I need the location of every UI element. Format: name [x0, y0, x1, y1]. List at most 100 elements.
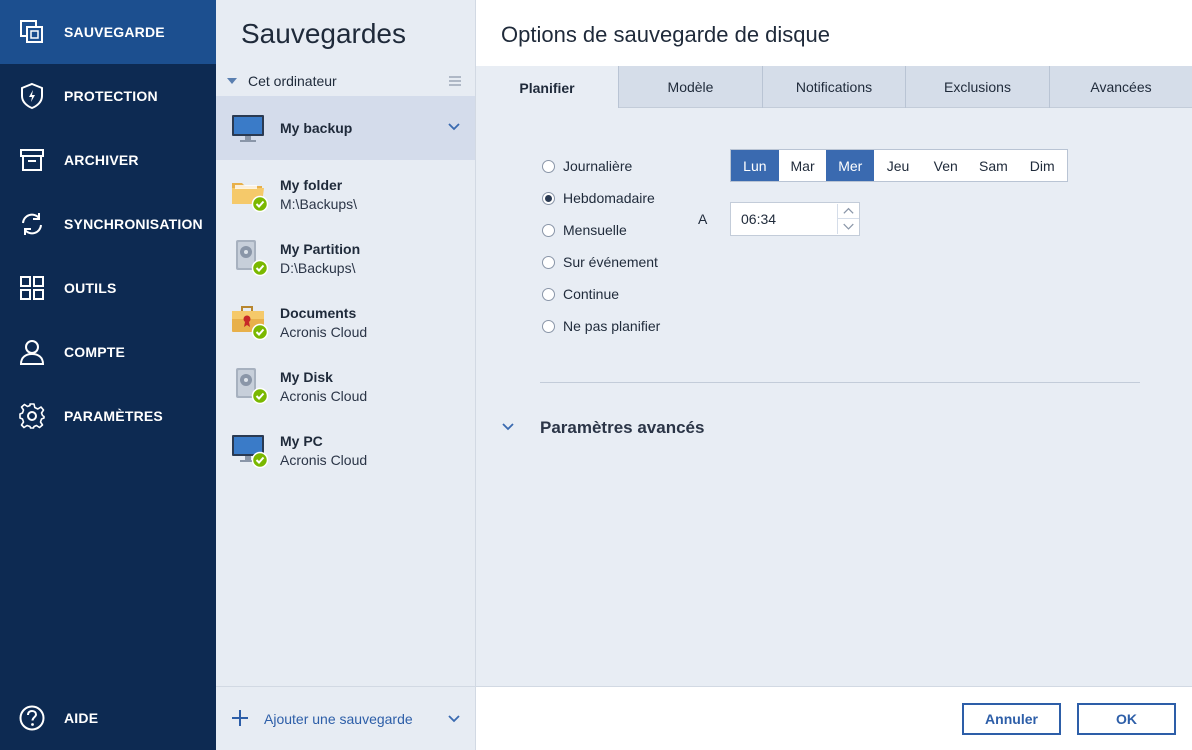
chevron-down-icon[interactable] — [502, 422, 514, 432]
divider — [540, 382, 1140, 383]
options-panel: Options de sauvegarde de disque Planifie… — [476, 0, 1192, 750]
nav-item-protection[interactable]: PROTECTION — [0, 64, 216, 128]
nav-label: SYNCHRONISATION — [64, 216, 203, 232]
ok-button[interactable]: OK — [1077, 703, 1176, 735]
radio-label: Sur événement — [563, 254, 658, 270]
sync-arrows-icon — [22, 213, 42, 235]
nav-item-backup[interactable]: SAUVEGARDE — [0, 0, 216, 64]
backup-destination: D:\Backups\ — [280, 260, 356, 276]
radio-label: Hebdomadaire — [563, 190, 655, 206]
tab-bar: Planifier Modèle Notifications Exclusion… — [476, 66, 1192, 109]
chevron-down-icon[interactable] — [448, 714, 460, 724]
nav-item-help[interactable]: AIDE — [0, 686, 216, 750]
nav-item-account[interactable]: COMPTE — [0, 320, 216, 384]
archive-box-icon — [20, 149, 44, 171]
tab-advanced[interactable]: Avancées — [1049, 66, 1192, 108]
tab-scheme[interactable]: Modèle — [618, 66, 762, 108]
cancel-button[interactable]: Annuler — [962, 703, 1061, 735]
backups-list-panel: Sauvegardes Cet ordinateur My backup My … — [216, 0, 476, 750]
user-icon — [19, 340, 45, 365]
radio-label: Continue — [563, 286, 620, 302]
chevron-down-icon[interactable] — [448, 122, 460, 132]
time-stepper — [730, 202, 860, 236]
plus-icon — [232, 710, 248, 726]
tab-notifications[interactable]: Notifications — [762, 66, 905, 108]
chevron-up-icon[interactable] — [837, 204, 859, 219]
panel-header: Options de sauvegarde de disque — [476, 0, 1192, 66]
nav-item-tools[interactable]: OUTILS — [0, 256, 216, 320]
time-label: A — [698, 211, 708, 227]
radio-monthly[interactable]: Mensuelle — [542, 220, 627, 240]
hard-drive-icon — [236, 368, 269, 404]
radio-button[interactable] — [542, 159, 555, 173]
day-sat[interactable]: Sam — [970, 150, 1018, 181]
radio-label: Journalière — [563, 158, 633, 174]
help-circle-icon — [19, 705, 45, 731]
backup-destination: Acronis Cloud — [280, 388, 368, 404]
nav-label: SAUVEGARDE — [64, 24, 165, 40]
backup-name: My PC — [280, 433, 323, 449]
radio-label: Mensuelle — [563, 222, 627, 238]
tab-schedule[interactable]: Planifier — [476, 66, 618, 109]
day-tue[interactable]: Mar — [779, 150, 827, 181]
day-mon[interactable]: Lun — [731, 150, 779, 181]
radio-no-schedule[interactable]: Ne pas planifier — [542, 316, 660, 336]
nav-item-sync[interactable]: SYNCHRONISATION — [0, 192, 216, 256]
backup-item-my-pc[interactable]: My PC Acronis Cloud — [216, 416, 475, 480]
backup-item-my-partition[interactable]: My Partition D:\Backups\ — [216, 224, 475, 288]
backup-destination: M:\Backups\ — [280, 196, 358, 212]
nav-label: PARAMÈTRES — [64, 408, 163, 424]
day-wed[interactable]: Mer — [826, 150, 875, 181]
backup-item-my-folder[interactable]: My folder M:\Backups\ — [216, 160, 475, 224]
radio-label: Ne pas planifier — [563, 318, 661, 334]
backup-destination: Acronis Cloud — [280, 452, 368, 468]
radio-continuous[interactable]: Continue — [542, 284, 619, 304]
hamburger-menu-icon[interactable] — [449, 76, 461, 86]
radio-on-event[interactable]: Sur événement — [542, 252, 658, 272]
panel-title: Options de sauvegarde de disque — [501, 22, 831, 47]
briefcase-icon — [232, 306, 269, 340]
add-backup-button[interactable]: Ajouter une sauvegarde — [216, 686, 475, 750]
nav-label: PROTECTION — [64, 88, 158, 104]
monitor-icon — [232, 435, 269, 468]
nav-label: ARCHIVER — [64, 152, 139, 168]
nav-item-settings[interactable]: PARAMÈTRES — [0, 384, 216, 448]
gear-icon — [19, 403, 45, 429]
tab-exclusions[interactable]: Exclusions — [905, 66, 1049, 108]
radio-button[interactable] — [542, 191, 555, 205]
tools-grid-icon — [20, 276, 44, 300]
add-backup-label: Ajouter une sauvegarde — [264, 711, 413, 727]
radio-daily[interactable]: Journalière — [542, 156, 632, 176]
advanced-settings-toggle[interactable]: Paramètres avancés — [540, 418, 704, 438]
nav-item-archive[interactable]: ARCHIVER — [0, 128, 216, 192]
group-header[interactable]: Cet ordinateur — [216, 68, 475, 94]
monitor-icon — [232, 115, 264, 142]
group-label: Cet ordinateur — [248, 73, 337, 89]
dialog-footer: Annuler OK — [476, 686, 1192, 750]
backup-name: My folder — [280, 177, 343, 193]
backup-name: My Disk — [280, 369, 333, 385]
backup-item-my-backup[interactable]: My backup — [216, 96, 475, 160]
radio-button[interactable] — [542, 319, 555, 333]
nav-label: OUTILS — [64, 280, 117, 296]
chevron-down-icon[interactable] — [837, 219, 859, 234]
radio-button[interactable] — [542, 255, 555, 269]
backup-item-my-disk[interactable]: My Disk Acronis Cloud — [216, 352, 475, 416]
day-fri[interactable]: Ven — [922, 150, 970, 181]
radio-button[interactable] — [542, 287, 555, 301]
folder-icon — [232, 183, 269, 212]
shield-bolt-icon — [21, 82, 43, 110]
backup-item-documents[interactable]: Documents Acronis Cloud — [216, 288, 475, 352]
time-input[interactable] — [731, 203, 835, 235]
main-nav: SAUVEGARDE PROTECTION ARCHIVER SYNCHRONI… — [0, 0, 216, 750]
radio-button[interactable] — [542, 223, 555, 237]
day-sun[interactable]: Dim — [1017, 150, 1067, 181]
nav-label: AIDE — [64, 710, 99, 726]
hard-drive-icon — [236, 240, 269, 276]
caret-down-icon — [227, 78, 237, 84]
day-thu[interactable]: Jeu — [874, 150, 922, 181]
backup-name: My Partition — [280, 241, 361, 257]
nav-label: COMPTE — [64, 344, 126, 360]
backup-name: Documents — [280, 305, 357, 321]
radio-weekly[interactable]: Hebdomadaire — [542, 188, 655, 208]
